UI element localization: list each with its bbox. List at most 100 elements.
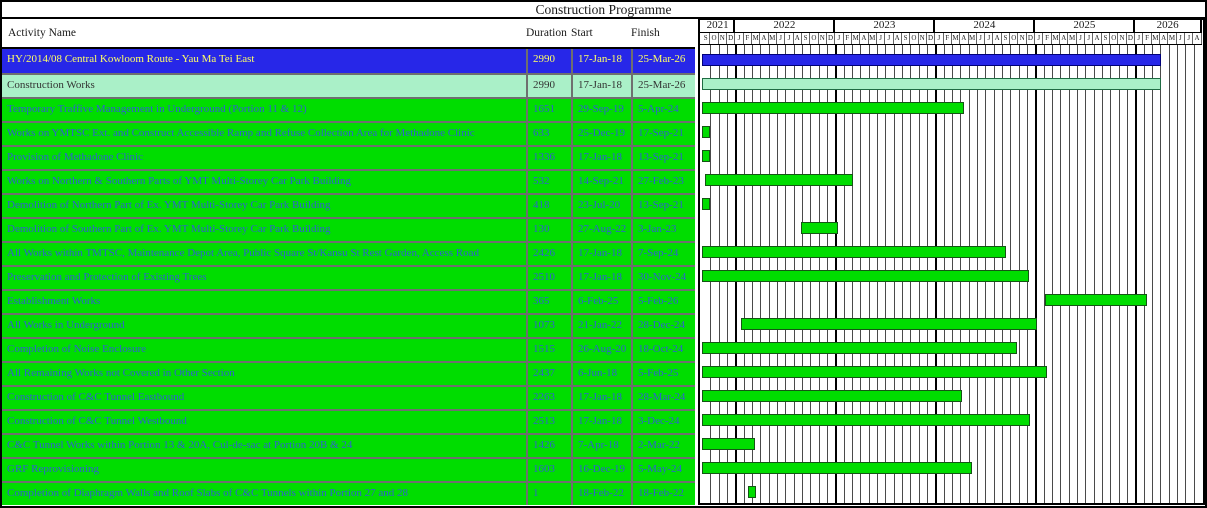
month-label: O [810,33,818,44]
cell-st: 18-Feb-22 [571,483,631,505]
year-label: 2023 [835,20,935,32]
cell-dur: 2990 [526,75,571,97]
cell-name: Preservation and Protection of Existing … [2,267,526,289]
cell-dur: 1515 [526,339,571,361]
month-gridline [1160,45,1161,503]
gantt-bar [702,102,964,114]
month-label: D [927,33,935,44]
timeline-month-row: SONDJFMAMJJASONDJFMAMJJASONDJFMAMJJASOND… [700,33,1202,45]
table-row: GRF Reprovisioning160316-Dec-195-May-24 [2,457,695,481]
cell-fn: 28-Dec-24 [631,315,695,337]
cell-st: 17-Jan-18 [571,49,631,73]
gantt-bar [702,414,1030,426]
table-row: Completion of Diaphragm Walls and Roof S… [2,481,695,505]
cell-st: 25-Dec-19 [571,123,631,145]
gantt-bar [702,150,710,162]
month-label: A [1193,33,1201,44]
month-label: J [1185,33,1193,44]
cell-st: 17-Jan-18 [571,243,631,265]
table-row: Construction Works299017-Jan-1825-Mar-26 [2,73,695,97]
month-label: N [1018,33,1026,44]
content-area: Activity Name Duration Start Finish HY/2… [2,19,1205,506]
month-label: N [919,33,927,44]
table-row: C&C Tunnel Works within Portion 13 & 20A… [2,433,695,457]
cell-st: 17-Jan-18 [571,411,631,433]
month-gridline [1102,45,1103,503]
month-label: M [1052,33,1060,44]
month-label: O [910,33,918,44]
gantt-bar [741,318,1037,330]
gantt-bar [702,366,1047,378]
month-label: N [719,33,727,44]
cell-dur: 130 [526,219,571,241]
month-label: M [969,33,977,44]
month-label: A [1160,33,1168,44]
month-label: J [835,33,843,44]
cell-st: 26-Aug-20 [571,339,631,361]
cell-dur: 532 [526,171,571,193]
month-label: J [777,33,785,44]
gantt-bar [702,270,1029,282]
cell-name: Temporary Traffive Management in Undergr… [2,99,526,121]
month-label: M [1152,33,1160,44]
month-label: F [844,33,852,44]
cell-dur: 2513 [526,411,571,433]
timeline-year-row: 202120222023202420252026 [700,20,1202,33]
table-row: All Works in Underground107321-Jan-2228-… [2,313,695,337]
year-gridline [1135,45,1137,503]
year-label: 2022 [735,20,835,32]
cell-name: HY/2014/08 Central Kowloom Route - Yau M… [2,49,526,73]
cell-dur: 2510 [526,267,571,289]
cell-fn: 13-Sep-21 [631,147,695,169]
cell-name: Construction of C&C Tunnel Eastbound [2,387,526,409]
table-row: Establishment Works3656-Feb-255-Feb-26 [2,289,695,313]
month-label: J [935,33,943,44]
gantt-bar [702,390,962,402]
cell-dur: 365 [526,291,571,313]
month-label: S [902,33,910,44]
cell-st: 6-Jun-18 [571,363,631,385]
table-body: HY/2014/08 Central Kowloom Route - Yau M… [2,49,695,505]
cell-name: Works on Northern & Southern Parts of YM… [2,171,526,193]
month-label: A [760,33,768,44]
cell-dur: 1073 [526,315,571,337]
month-gridline [1144,45,1145,503]
cell-dur: 2263 [526,387,571,409]
year-label: 2021 [702,20,735,32]
gantt-bar [702,246,1006,258]
cell-dur: 633 [526,123,571,145]
cell-dur: 1336 [526,147,571,169]
month-label: F [744,33,752,44]
cell-dur: 2437 [526,363,571,385]
month-label: J [877,33,885,44]
table-row: Demolition of Northern Part of Ex. YMT M… [2,193,695,217]
cell-st: 23-Jul-20 [571,195,631,217]
cell-dur: 1 [526,483,571,505]
cell-st: 14-Sep-21 [571,171,631,193]
cell-fn: 28-Mar-24 [631,387,695,409]
cell-dur: 2426 [526,243,571,265]
month-label: O [1010,33,1018,44]
page-title: Construction Programme [2,2,1205,19]
month-label: D [827,33,835,44]
cell-dur: 1603 [526,459,571,481]
month-label: J [735,33,743,44]
cell-fn: 5-Feb-25 [631,363,695,385]
table-row: Works on YMTSC Ext. and Construct Access… [2,121,695,145]
cell-st: 27-Aug-22 [571,219,631,241]
cell-fn: 5-Apr-24 [631,99,695,121]
construction-programme-chart: Construction Programme Activity Name Dur… [0,0,1207,508]
cell-fn: 17-Sep-21 [631,123,695,145]
cell-fn: 27-Feb-23 [631,171,695,193]
month-label: D [727,33,735,44]
cell-name: All Works in Underground [2,315,526,337]
month-label: A [993,33,1001,44]
column-header-activity-name: Activity Name [2,27,526,39]
column-header-duration: Duration [526,27,571,39]
cell-name: Completion of Noise Enclosure [2,339,526,361]
month-label: J [1085,33,1093,44]
month-gridline [1060,45,1061,503]
cell-fn: 3-Dec-24 [631,411,695,433]
month-gridline [1177,45,1178,503]
cell-name: Provision of Methadone Clinic [2,147,526,169]
